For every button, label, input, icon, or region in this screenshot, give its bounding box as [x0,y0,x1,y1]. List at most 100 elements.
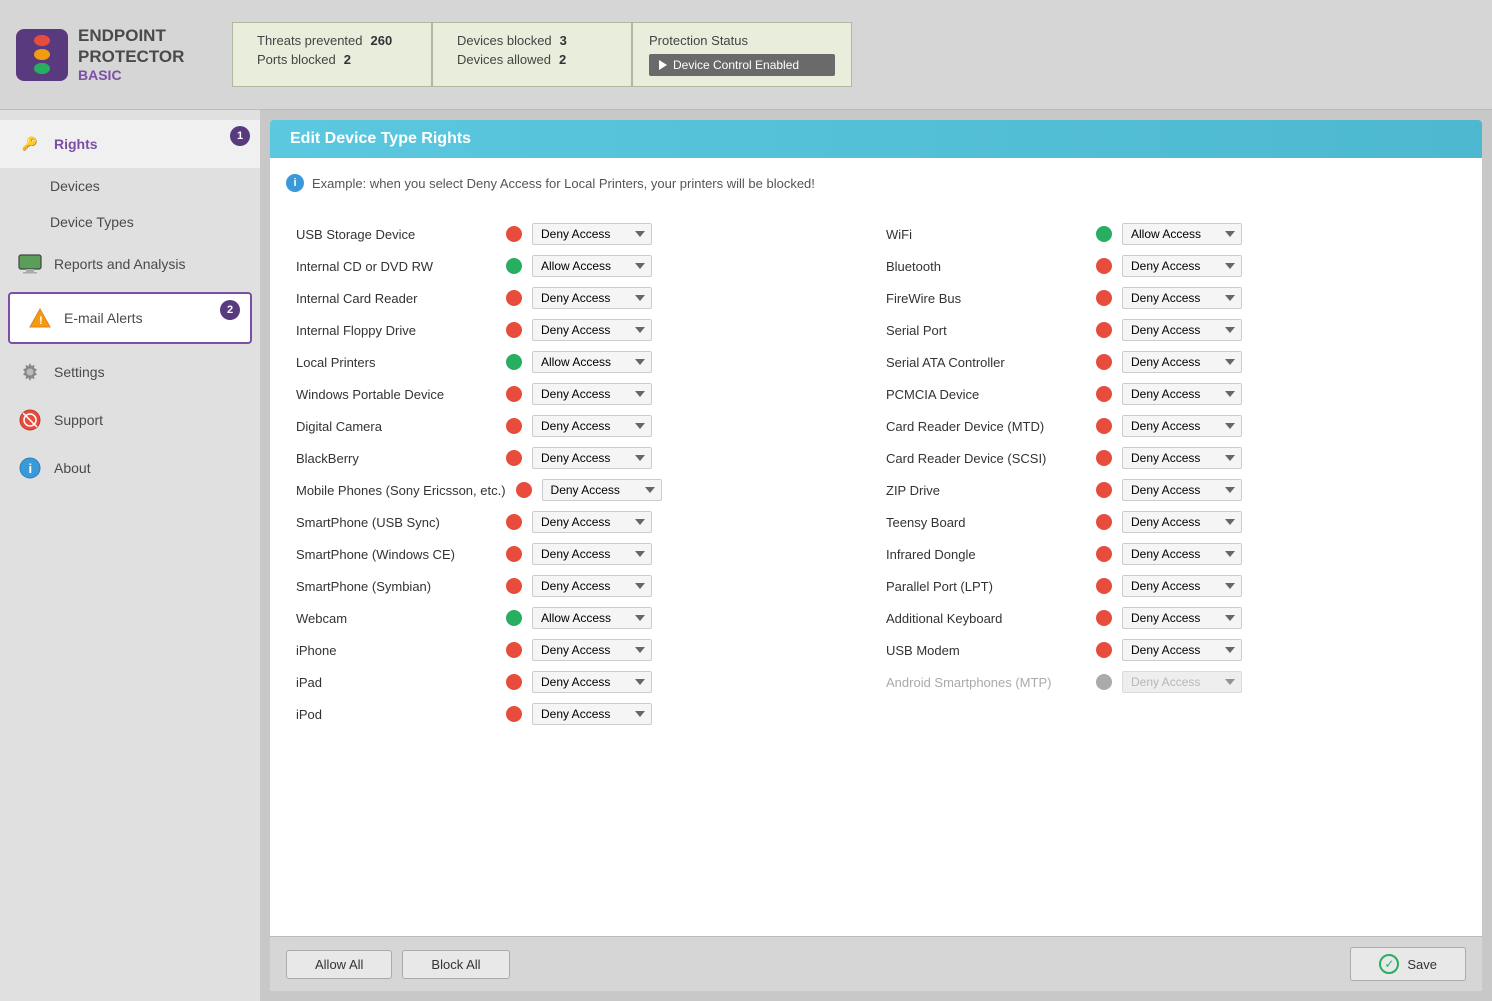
device-row: FireWire BusDeny AccessAllow Access [876,282,1466,314]
sidebar-item-devices[interactable]: Devices [0,168,260,204]
access-select[interactable]: Deny AccessAllow Access [532,575,652,597]
access-select[interactable]: Deny AccessAllow Access [532,223,652,245]
keys-icon: 🔑 [16,130,44,158]
device-label: SmartPhone (Symbian) [296,579,496,594]
logo-icon [16,29,68,81]
access-select[interactable]: Deny AccessAllow Access [532,639,652,661]
access-select[interactable]: Deny AccessAllow Access [1122,671,1242,693]
access-select[interactable]: Deny AccessAllow Access [532,511,652,533]
save-label: Save [1407,957,1437,972]
access-select[interactable]: Deny AccessAllow Access [532,319,652,341]
access-select[interactable]: Deny AccessAllow Access [1122,415,1242,437]
device-label: BlackBerry [296,451,496,466]
access-select[interactable]: Deny AccessAllow Access [1122,319,1242,341]
access-select[interactable]: Deny AccessAllow Access [532,607,652,629]
threats-stat-box: Threats prevented 260 Ports blocked 2 [232,22,432,87]
access-select[interactable]: Deny AccessAllow Access [1122,383,1242,405]
logo-title: ENDPOINTPROTECTOR [78,26,184,67]
sidebar-label-reports: Reports and Analysis [54,256,186,272]
play-icon [659,60,667,70]
access-select[interactable]: Deny AccessAllow Access [532,255,652,277]
access-select[interactable]: Deny AccessAllow Access [1122,447,1242,469]
access-select[interactable]: Deny AccessAllow Access [532,447,652,469]
access-select[interactable]: Deny AccessAllow Access [1122,255,1242,277]
access-select[interactable]: Deny AccessAllow Access [1122,511,1242,533]
device-row: Mobile Phones (Sony Ericsson, etc.)Deny … [286,474,876,506]
access-select[interactable]: Deny AccessAllow Access [1122,223,1242,245]
access-indicator [1096,418,1112,434]
device-row: SmartPhone (USB Sync)Deny AccessAllow Ac… [286,506,876,538]
access-select[interactable]: Deny AccessAllow Access [532,351,652,373]
devices-allowed-label: Devices allowed [457,52,551,67]
devices-stat-box: Devices blocked 3 Devices allowed 2 [432,22,632,87]
tl-green [34,63,50,74]
threats-value: 260 [371,33,393,48]
tl-yellow [34,49,50,60]
sidebar-label-rights: Rights [54,136,98,152]
devices-blocked-label: Devices blocked [457,33,552,48]
access-indicator [1096,546,1112,562]
sidebar-item-reports[interactable]: Reports and Analysis [0,240,260,288]
top-bar: ENDPOINTPROTECTOR BASIC Threats prevente… [0,0,1492,110]
device-label: iPhone [296,643,496,658]
access-indicator [1096,514,1112,530]
warning-icon: ! [26,304,54,332]
threats-label: Threats prevented [257,33,363,48]
device-row: SmartPhone (Windows CE)Deny AccessAllow … [286,538,876,570]
access-select[interactable]: Deny AccessAllow Access [1122,607,1242,629]
access-indicator [506,706,522,722]
sidebar-label-devices: Devices [50,178,100,194]
sidebar-label-device-types: Device Types [50,214,134,230]
access-select[interactable]: Deny AccessAllow Access [1122,351,1242,373]
access-indicator [1096,642,1112,658]
sidebar-item-about[interactable]: i About [0,444,260,492]
access-select[interactable]: Deny AccessAllow Access [1122,287,1242,309]
device-label: Additional Keyboard [886,611,1086,626]
device-row: BluetoothDeny AccessAllow Access [876,250,1466,282]
access-select[interactable]: Deny AccessAllow Access [532,543,652,565]
sidebar-item-settings[interactable]: Settings [0,348,260,396]
access-indicator [1096,258,1112,274]
support-icon [16,406,44,434]
device-row: Internal Floppy Drive Deny AccessAllow Ac… [286,314,876,346]
device-row: WebcamDeny AccessAllow Access [286,602,876,634]
access-indicator [1096,322,1112,338]
stats-area: Threats prevented 260 Ports blocked 2 De… [232,22,1476,87]
device-row: SmartPhone (Symbian) Deny AccessAllow Acc… [286,570,876,602]
sidebar-item-device-types[interactable]: Device Types [0,204,260,240]
access-select[interactable]: Deny AccessAllow Access [542,479,662,501]
sidebar-item-email-alerts[interactable]: ! E-mail Alerts 2 [8,292,252,344]
access-select[interactable]: Deny AccessAllow Access [1122,639,1242,661]
save-button[interactable]: ✓ Save [1350,947,1466,981]
sidebar-item-support[interactable]: Support [0,396,260,444]
access-indicator [506,354,522,370]
allow-all-button[interactable]: Allow All [286,950,392,979]
access-select[interactable]: Deny AccessAllow Access [532,415,652,437]
access-indicator [1096,386,1112,402]
protection-status-text: Device Control Enabled [673,58,799,72]
device-row: Internal Card ReaderDeny AccessAllow Acc… [286,282,876,314]
access-select[interactable]: Deny AccessAllow Access [1122,543,1242,565]
access-select[interactable]: Deny AccessAllow Access [1122,479,1242,501]
gear-icon [16,358,44,386]
access-select[interactable]: Deny AccessAllow Access [532,703,652,725]
block-all-button[interactable]: Block All [402,950,509,979]
device-label: Serial Port [886,323,1086,338]
device-row [876,698,1466,730]
device-row: Internal CD or DVD RWDeny AccessAllow Ac… [286,250,876,282]
access-select[interactable]: Deny AccessAllow Access [532,383,652,405]
access-select[interactable]: Deny AccessAllow Access [532,287,652,309]
access-select[interactable]: Deny AccessAllow Access [1122,575,1242,597]
sidebar-item-rights[interactable]: 🔑 Rights 1 [0,120,260,168]
device-row: Local PrintersDeny AccessAllow Access [286,346,876,378]
access-indicator [1096,674,1112,690]
device-row: USB ModemDeny AccessAllow Access [876,634,1466,666]
device-row: Card Reader Device (SCSI)Deny AccessAllo… [876,442,1466,474]
devices-allowed-value: 2 [559,52,566,67]
save-check-icon: ✓ [1379,954,1399,974]
bottom-left: Allow All Block All [286,950,510,979]
device-label: Internal Floppy Drive [296,323,496,338]
access-indicator [1096,290,1112,306]
access-select[interactable]: Deny AccessAllow Access [532,671,652,693]
access-indicator [1096,226,1112,242]
